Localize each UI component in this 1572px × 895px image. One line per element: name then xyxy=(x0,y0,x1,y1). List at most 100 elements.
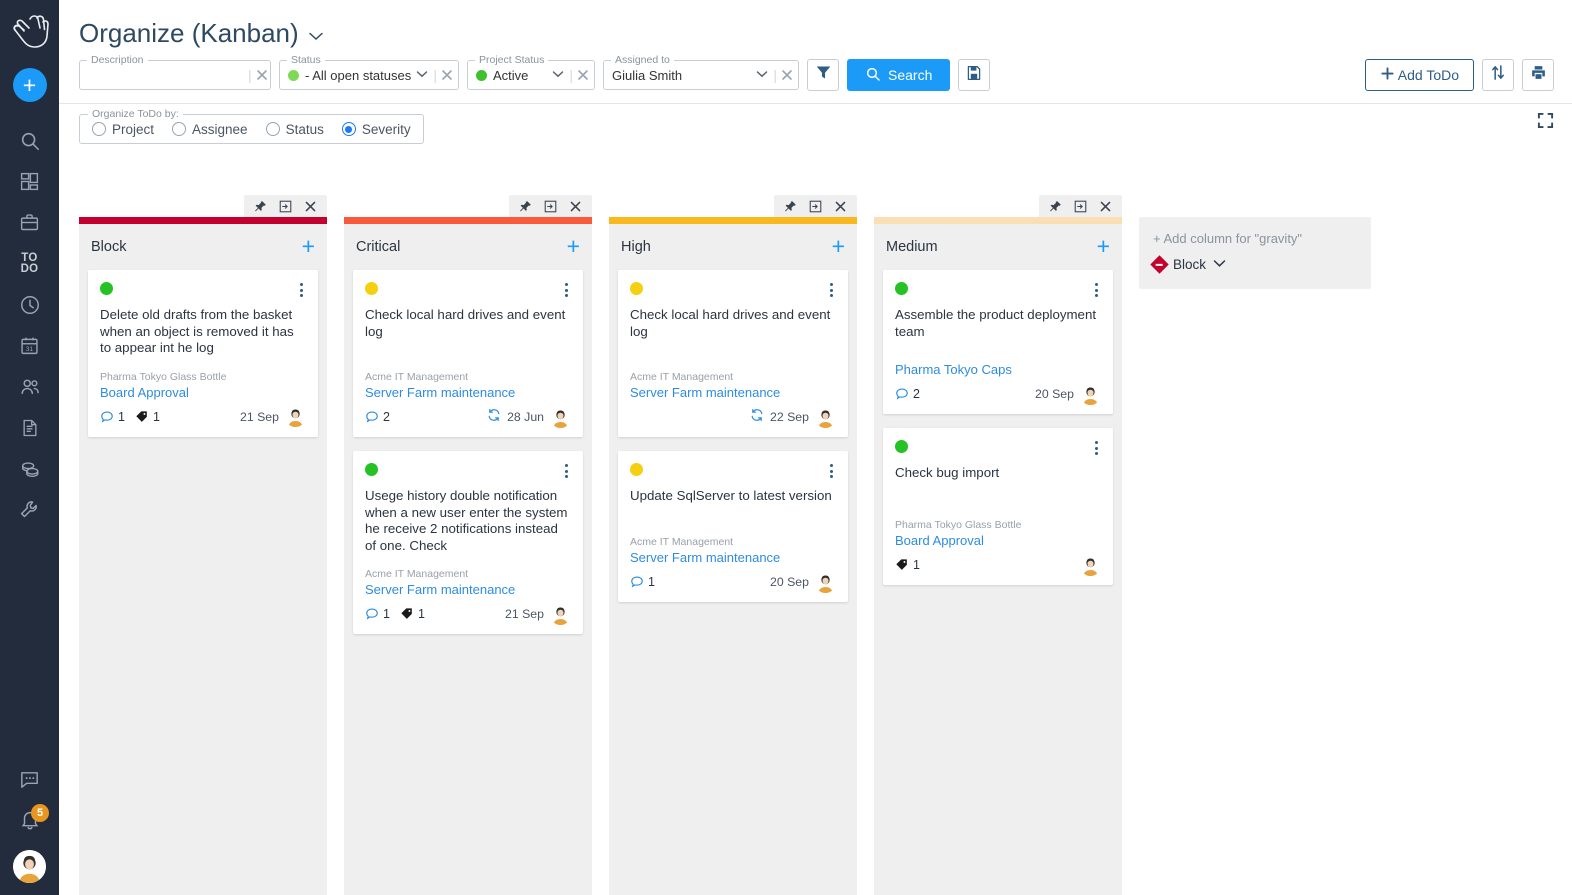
radio-severity[interactable]: Severity xyxy=(341,122,411,137)
card-menu-icon[interactable] xyxy=(827,282,836,298)
card-link[interactable]: Server Farm maintenance xyxy=(630,549,836,566)
close-icon[interactable] xyxy=(569,200,582,213)
radio-status[interactable]: Status xyxy=(265,122,324,137)
assigned-to-clear-icon[interactable]: | xyxy=(773,67,794,83)
collapse-box-icon[interactable] xyxy=(544,200,557,213)
assigned-to-filter[interactable]: Assigned to Giulia Smith | xyxy=(603,54,799,90)
chevron-down-icon[interactable] xyxy=(308,29,324,44)
chevron-down-icon[interactable] xyxy=(411,69,433,81)
card-footer: 2 20 Sep xyxy=(895,383,1101,405)
comment-count: 2 xyxy=(895,387,920,401)
status-filter[interactable]: Status - All open statuses - | xyxy=(279,54,459,90)
sidebar-item-projects[interactable] xyxy=(0,202,59,243)
card-menu-icon[interactable] xyxy=(827,463,836,479)
chevron-down-icon[interactable] xyxy=(751,69,773,81)
chevron-down-icon[interactable] xyxy=(1213,255,1226,273)
pin-icon[interactable] xyxy=(254,200,267,213)
card-menu-icon[interactable] xyxy=(1092,440,1101,456)
sidebar-item-timesheet[interactable] xyxy=(0,284,59,325)
card-link[interactable]: Server Farm maintenance xyxy=(630,384,836,401)
kanban-card[interactable]: Delete old drafts from the basket when a… xyxy=(88,270,318,437)
card-footer: 22 Sep xyxy=(630,406,836,428)
column-body: High + Check local hard drives and event… xyxy=(609,224,857,895)
add-todo-button[interactable]: Add ToDo xyxy=(1364,59,1474,91)
sidebar-item-costs[interactable] xyxy=(0,448,59,489)
close-icon[interactable] xyxy=(834,200,847,213)
add-card-button[interactable]: + xyxy=(832,235,845,258)
card-menu-icon[interactable] xyxy=(562,463,571,479)
card-footer-right xyxy=(1080,554,1101,576)
search-button[interactable]: Search xyxy=(847,59,951,91)
close-icon[interactable] xyxy=(304,200,317,213)
card-menu-icon[interactable] xyxy=(562,282,571,298)
description-clear-icon[interactable]: | xyxy=(248,67,269,83)
card-footer-right: 20 Sep xyxy=(770,571,836,593)
save-filter-button[interactable] xyxy=(958,59,991,91)
add-column-panel[interactable]: + Add column for "gravity" Block xyxy=(1139,217,1371,289)
collapse-box-icon[interactable] xyxy=(1074,200,1087,213)
card-menu-icon[interactable] xyxy=(297,282,306,298)
kanban-card[interactable]: Assemble the product deployment team Pha… xyxy=(883,270,1113,414)
project-status-filter[interactable]: Project Status Active | xyxy=(467,54,595,90)
sidebar-item-resources[interactable] xyxy=(0,366,59,407)
card-project: Acme IT Management xyxy=(630,371,734,383)
quick-add-button[interactable]: + xyxy=(12,68,47,102)
comment-count-value: 1 xyxy=(648,575,655,589)
notifications-button[interactable]: 5 xyxy=(0,800,59,844)
pin-icon[interactable] xyxy=(1049,200,1062,213)
dashboard-icon xyxy=(19,171,40,192)
column-body: Critical + Check local hard drives and e… xyxy=(344,224,592,895)
add-card-button[interactable]: + xyxy=(567,235,580,258)
main-area: Organize (Kanban) Description | Status -… xyxy=(59,0,1572,895)
sidebar-item-dashboard[interactable] xyxy=(0,161,59,202)
comment-icon xyxy=(630,575,644,589)
toolbar-right-actions: Add ToDo xyxy=(1364,59,1554,91)
sidebar-item-todo[interactable]: TO DO xyxy=(0,243,59,284)
add-card-button[interactable]: + xyxy=(302,235,315,258)
card-link[interactable]: Server Farm maintenance xyxy=(365,581,571,598)
hand-logo-icon[interactable] xyxy=(8,10,52,54)
kanban-card[interactable]: Usege history double notification when a… xyxy=(353,451,583,634)
assigned-to-label: Assigned to xyxy=(611,54,674,66)
sidebar-item-search[interactable] xyxy=(0,120,59,161)
kanban-card[interactable]: Check bug import Pharma Tokyo Glass Bott… xyxy=(883,428,1113,585)
chevron-down-icon[interactable] xyxy=(547,69,569,81)
filter-button[interactable] xyxy=(807,59,839,91)
collapse-box-icon[interactable] xyxy=(279,200,292,213)
card-link[interactable]: Board Approval xyxy=(895,532,1101,549)
fullscreen-button[interactable] xyxy=(1537,112,1554,134)
pin-icon[interactable] xyxy=(784,200,797,213)
card-link[interactable]: Server Farm maintenance xyxy=(365,384,571,401)
tag-count-value: 1 xyxy=(152,409,160,424)
tag-count: 1 xyxy=(895,558,920,572)
add-card-button[interactable]: + xyxy=(1097,235,1110,258)
sidebar-item-documents[interactable] xyxy=(0,407,59,448)
card-top xyxy=(100,282,306,298)
sidebar-item-calendar[interactable]: 31 xyxy=(0,325,59,366)
project-status-clear-icon[interactable]: | xyxy=(569,67,590,83)
card-menu-icon[interactable] xyxy=(1092,282,1101,298)
kanban-card[interactable]: Check local hard drives and event log Ac… xyxy=(353,270,583,437)
card-link[interactable]: Pharma Tokyo Caps xyxy=(895,361,1101,378)
tag-count: 1 xyxy=(135,410,160,424)
pin-icon[interactable] xyxy=(519,200,532,213)
print-button[interactable] xyxy=(1522,59,1554,91)
card-title: Update SqlServer to latest version xyxy=(630,488,832,503)
kanban-card[interactable]: Update SqlServer to latest version Acme … xyxy=(618,451,848,602)
sort-button[interactable] xyxy=(1482,59,1514,91)
close-icon[interactable] xyxy=(1099,200,1112,213)
avatar[interactable] xyxy=(13,850,46,883)
sidebar-item-tools[interactable] xyxy=(0,489,59,530)
card-link[interactable]: Board Approval xyxy=(100,384,306,401)
collapse-box-icon[interactable] xyxy=(809,200,822,213)
radio-project[interactable]: Project xyxy=(92,122,154,137)
add-column-select[interactable]: Block xyxy=(1150,254,1357,274)
chat-button[interactable] xyxy=(0,759,59,800)
card-top xyxy=(630,463,836,479)
radio-assignee[interactable]: Assignee xyxy=(172,122,248,137)
kanban-card[interactable]: Check local hard drives and event log Ac… xyxy=(618,270,848,437)
description-filter[interactable]: Description | xyxy=(79,54,271,90)
status-clear-icon[interactable]: | xyxy=(433,67,454,83)
card-meta: Acme IT Management Server Farm maintenan… xyxy=(365,370,571,401)
kanban-board: Block + Delete old drafts from the baske… xyxy=(79,195,1572,895)
